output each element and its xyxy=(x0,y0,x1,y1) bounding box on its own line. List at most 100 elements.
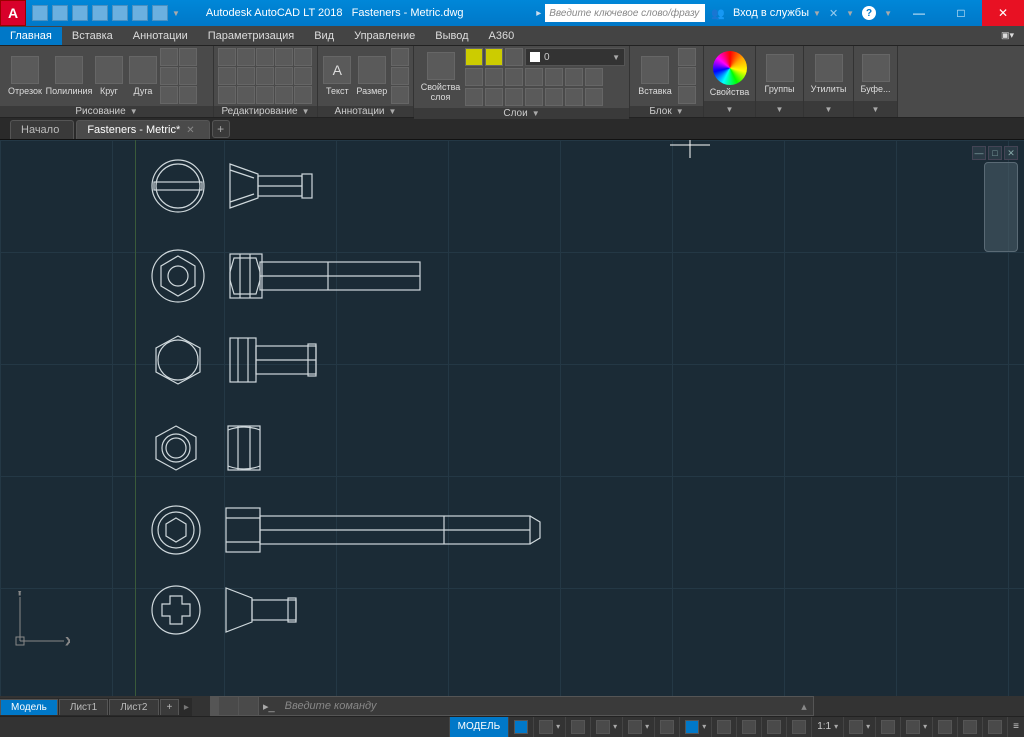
drawing-viewport[interactable]: — □ ✕ xyxy=(0,140,1024,696)
layer-tool-icon[interactable] xyxy=(565,88,583,106)
polyline-button[interactable]: Полилиния xyxy=(48,54,90,98)
draw-tool-icon[interactable] xyxy=(160,67,178,85)
tab-parametric[interactable]: Параметризация xyxy=(198,27,304,45)
draw-tool-icon[interactable] xyxy=(179,67,197,85)
status-units-icon[interactable]: ▾ xyxy=(900,717,932,737)
status-hw-icon[interactable] xyxy=(932,717,957,737)
tab-output[interactable]: Вывод xyxy=(425,27,478,45)
command-line[interactable]: ▸_ Введите команду ▴ xyxy=(210,696,814,716)
chevron-down-icon[interactable]: ▼ xyxy=(825,105,833,114)
layer-tool-icon[interactable] xyxy=(525,68,543,86)
new-tab-button[interactable]: + xyxy=(212,120,230,138)
layer-tool-icon[interactable] xyxy=(485,88,503,106)
chevron-down-icon[interactable]: ▼ xyxy=(130,107,138,116)
dimension-button[interactable]: Размер xyxy=(355,54,389,98)
search-input[interactable]: Введите ключевое слово/фразу xyxy=(545,4,705,22)
tab-manage[interactable]: Управление xyxy=(344,27,425,45)
status-snap-icon[interactable]: ▾ xyxy=(533,717,565,737)
status-isodraft-icon[interactable]: ▾ xyxy=(622,717,654,737)
tab-start[interactable]: Начало xyxy=(10,120,74,139)
maximize-button[interactable]: □ xyxy=(940,0,982,26)
layer-tool-icon[interactable] xyxy=(545,88,563,106)
status-ortho-icon[interactable] xyxy=(565,717,590,737)
status-tpy-icon[interactable] xyxy=(736,717,761,737)
qat-open-icon[interactable] xyxy=(52,5,68,21)
clipboard-button[interactable]: Буфе... xyxy=(858,52,893,96)
qat-new-icon[interactable] xyxy=(32,5,48,21)
cmd-customize-icon[interactable] xyxy=(239,697,259,715)
chevron-down-icon[interactable]: ▼ xyxy=(676,107,684,116)
cmd-drag-handle[interactable] xyxy=(211,697,219,715)
status-grid-icon[interactable] xyxy=(508,717,533,737)
layout-tab-model[interactable]: Модель xyxy=(0,699,58,715)
utilities-button[interactable]: Утилиты xyxy=(808,52,849,96)
tab-insert[interactable]: Вставка xyxy=(62,27,123,45)
layer-tool-icon[interactable] xyxy=(485,68,503,86)
chevron-down-icon[interactable]: ▼ xyxy=(532,109,540,118)
leader-icon[interactable] xyxy=(391,48,409,66)
layout-tab-sheet2[interactable]: Лист2 xyxy=(109,699,158,715)
chevron-down-icon[interactable]: ▼ xyxy=(726,105,734,114)
layer-tool-icon[interactable] xyxy=(465,88,483,106)
chevron-down-icon[interactable]: ▼ xyxy=(884,9,892,18)
chamfer-icon[interactable] xyxy=(275,67,293,85)
modify-icon[interactable] xyxy=(294,86,312,104)
status-lwt-icon[interactable] xyxy=(711,717,736,737)
status-ws-icon[interactable]: ▾ xyxy=(843,717,875,737)
block-edit-icon[interactable] xyxy=(678,67,696,85)
table-icon[interactable] xyxy=(391,67,409,85)
login-button[interactable]: Вход в службы ▼ xyxy=(733,7,821,19)
fillet-icon[interactable] xyxy=(256,67,274,85)
qat-plot-icon[interactable] xyxy=(112,5,128,21)
cmd-history-icon[interactable]: ▴ xyxy=(795,700,813,713)
erase-icon[interactable] xyxy=(294,48,312,66)
layout-tab-sheet1[interactable]: Лист1 xyxy=(59,699,108,715)
offset-icon[interactable] xyxy=(275,86,293,104)
stretch-icon[interactable] xyxy=(218,86,236,104)
draw-tool-icon[interactable] xyxy=(160,48,178,66)
array-icon[interactable] xyxy=(256,86,274,104)
layer-tool-icon[interactable] xyxy=(585,88,603,106)
move-icon[interactable] xyxy=(218,48,236,66)
status-osnap-icon[interactable] xyxy=(654,717,679,737)
command-input[interactable]: Введите команду xyxy=(279,700,795,712)
minimize-button[interactable]: — xyxy=(898,0,940,26)
layer-tool-icon[interactable] xyxy=(565,68,583,86)
mirror-icon[interactable] xyxy=(237,67,255,85)
qat-save-icon[interactable] xyxy=(72,5,88,21)
layer-tool-icon[interactable] xyxy=(505,68,523,86)
trim-icon[interactable] xyxy=(256,48,274,66)
vp-minimize-icon[interactable]: — xyxy=(972,146,986,160)
tab-annotate[interactable]: Аннотации xyxy=(123,27,198,45)
tab-current-file[interactable]: Fasteners - Metric*✕ xyxy=(76,120,209,139)
exchange-icon[interactable]: ✕ xyxy=(829,7,838,20)
copy-icon[interactable] xyxy=(218,67,236,85)
block-attr-icon[interactable] xyxy=(678,86,696,104)
status-otrack-icon[interactable]: ▾ xyxy=(679,717,711,737)
search-play-icon[interactable]: ▸ xyxy=(536,8,545,19)
arc-button[interactable]: Дуга xyxy=(128,54,158,98)
status-model-button[interactable]: МОДЕЛЬ xyxy=(449,717,508,737)
status-qp-icon[interactable] xyxy=(761,717,786,737)
cmd-recent-icon[interactable] xyxy=(219,697,239,715)
draw-tool-icon[interactable] xyxy=(179,86,197,104)
status-custom-icon[interactable]: ≡ xyxy=(1007,717,1024,737)
chevron-down-icon[interactable]: ▼ xyxy=(302,107,310,116)
status-polar-icon[interactable]: ▾ xyxy=(590,717,622,737)
status-clean-icon[interactable] xyxy=(982,717,1007,737)
text-button[interactable]: AТекст xyxy=(322,54,353,98)
status-iso-icon[interactable] xyxy=(957,717,982,737)
groups-button[interactable]: Группы xyxy=(760,52,799,96)
status-annoscale-icon[interactable] xyxy=(786,717,811,737)
chevron-down-icon[interactable]: ▼ xyxy=(776,105,784,114)
tab-home[interactable]: Главная xyxy=(0,27,62,45)
help-icon[interactable]: ? xyxy=(862,6,876,20)
draw-tool-icon[interactable] xyxy=(160,86,178,104)
close-button[interactable]: ✕ xyxy=(982,0,1024,26)
layer-tool-icon[interactable] xyxy=(545,68,563,86)
layer-selector[interactable]: 0▼ xyxy=(525,48,625,66)
circle-button[interactable]: Круг xyxy=(92,54,126,98)
insert-block-button[interactable]: Вставка xyxy=(634,54,676,98)
rotate-icon[interactable] xyxy=(237,48,255,66)
draw-tool-icon[interactable] xyxy=(179,48,197,66)
